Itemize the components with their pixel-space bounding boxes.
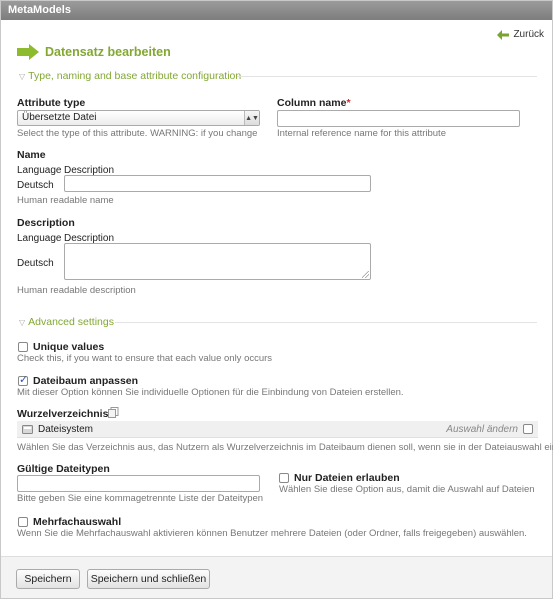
name-help: Human readable name — [17, 195, 114, 206]
change-selection-checkbox[interactable] — [523, 424, 533, 434]
section-legend-type-label: Type, naming and base attribute configur… — [28, 70, 242, 82]
file-tree-checkbox[interactable] — [18, 373, 28, 386]
section-legend-advanced-label: Advanced settings — [28, 316, 114, 328]
description-row-language: Deutsch — [17, 258, 54, 269]
file-types-input[interactable] — [17, 475, 260, 492]
save-button[interactable]: Speichern — [16, 569, 80, 589]
file-tree-help: Mit dieser Option können Sie individuell… — [17, 387, 404, 398]
files-only-help: Wählen Sie diese Option aus, damit die A… — [279, 484, 535, 495]
multi-select-help: Wenn Sie die Mehrfachauswahl aktivieren … — [17, 528, 527, 539]
column-name-label-text: Column name — [277, 97, 347, 109]
collapse-triangle-icon: ▽ — [19, 317, 26, 327]
name-col-language: Language — [17, 165, 62, 176]
back-link[interactable]: Zurück — [497, 29, 544, 40]
collapse-triangle-icon: ▽ — [19, 71, 26, 81]
name-input-deutsch[interactable] — [64, 175, 371, 192]
root-dir-help: Wählen Sie das Verzeichnis aus, das Nutz… — [17, 442, 553, 453]
multi-select-checkbox[interactable] — [18, 517, 28, 527]
section-divider — [115, 322, 537, 323]
attribute-type-value: Übersetzte Datei — [22, 112, 97, 123]
filesystem-icon — [22, 425, 33, 434]
file-types-label: Gültige Dateitypen — [17, 463, 110, 475]
description-help: Human readable description — [17, 285, 136, 296]
description-label: Description — [17, 217, 75, 229]
back-arrow-icon — [497, 29, 510, 40]
unique-values-label: Unique values — [33, 341, 105, 353]
attribute-type-label: Attribute type — [17, 97, 86, 109]
form-footer: Speichern Speichern und schließen — [1, 556, 552, 598]
files-only-checkbox[interactable] — [279, 473, 289, 483]
unique-values-help: Check this, if you want to ensure that e… — [17, 353, 273, 364]
change-selection-label: Auswahl ändern — [446, 424, 518, 435]
page-title: Datensatz bearbeiten — [45, 45, 171, 59]
section-legend-type[interactable]: ▽ Type, naming and base attribute config… — [19, 70, 241, 82]
root-dir-label: Wurzelverzeichnis — [17, 408, 109, 420]
files-icon — [108, 407, 119, 418]
description-textarea-deutsch[interactable] — [64, 243, 371, 280]
window-title: MetaModels — [1, 1, 552, 20]
attribute-type-select[interactable]: Übersetzte Datei ▲▼ — [17, 110, 260, 126]
multi-select-label: Mehrfachauswahl — [33, 516, 122, 528]
unique-values-checkbox[interactable] — [18, 342, 28, 352]
column-name-help: Internal reference name for this attribu… — [277, 128, 446, 139]
root-dir-file-tree: Dateisystem Auswahl ändern — [17, 421, 538, 438]
select-arrows-icon: ▲▼ — [244, 111, 259, 125]
forward-arrow-icon — [17, 44, 39, 60]
section-legend-advanced[interactable]: ▽ Advanced settings — [19, 316, 114, 328]
file-types-help: Bitte geben Sie eine kommagetrennte List… — [17, 493, 264, 504]
name-label: Name — [17, 149, 46, 161]
description-col-language: Language — [17, 233, 62, 244]
save-and-close-button[interactable]: Speichern und schließen — [87, 569, 210, 589]
attribute-type-help: Select the type of this attribute. WARNI… — [17, 128, 258, 139]
name-row-language: Deutsch — [17, 180, 54, 191]
file-tree-label: Dateibaum anpassen — [33, 375, 139, 387]
page-heading: Datensatz bearbeiten — [17, 44, 171, 60]
tree-item-filesystem[interactable]: Dateisystem — [38, 424, 93, 435]
resize-grip-icon[interactable] — [362, 271, 369, 278]
edit-record-window: MetaModels Zurück Datensatz bearbeiten ▽… — [0, 0, 553, 599]
back-link-label: Zurück — [513, 29, 544, 40]
column-name-input[interactable] — [277, 110, 520, 127]
files-only-label: Nur Dateien erlauben — [294, 472, 400, 484]
column-name-label: Column name* — [277, 97, 351, 109]
section-divider — [237, 76, 537, 77]
required-marker: * — [346, 97, 351, 109]
